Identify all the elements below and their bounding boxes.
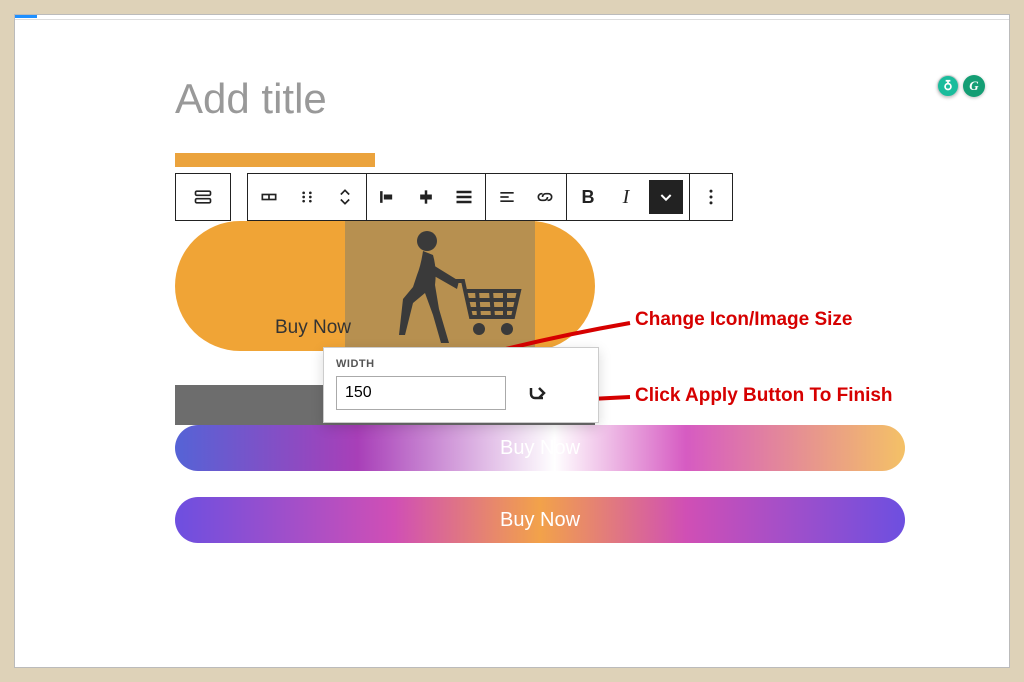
text-align-icon	[497, 187, 517, 207]
align-left-icon	[378, 187, 398, 207]
shopping-cart-icon	[363, 225, 523, 350]
width-input[interactable]	[336, 376, 506, 410]
drag-handle[interactable]	[292, 182, 322, 212]
gradient-button-1[interactable]: Buy Now	[175, 425, 905, 471]
move-up-down[interactable]	[330, 182, 360, 212]
editor-content: Add title	[15, 15, 1009, 543]
annotation-apply: Click Apply Button To Finish	[635, 385, 893, 407]
button-image[interactable]	[345, 221, 535, 351]
button-block-label[interactable]: Buy Now	[275, 317, 351, 339]
block-type-button[interactable]	[175, 173, 231, 221]
width-label: WIDTH	[336, 358, 586, 370]
align-left-button[interactable]	[373, 182, 403, 212]
more-formatting-button[interactable]	[649, 180, 683, 214]
more-options-button[interactable]	[696, 182, 726, 212]
drag-icon	[297, 187, 317, 207]
align-justify-icon	[454, 187, 474, 207]
block-list-icon	[193, 187, 213, 207]
annotation-size: Change Icon/Image Size	[635, 309, 853, 331]
more-vertical-icon	[701, 187, 721, 207]
bold-button[interactable]: B	[573, 182, 603, 212]
chevron-down-icon	[658, 189, 674, 205]
align-right-button[interactable]	[449, 182, 479, 212]
apply-button[interactable]	[526, 378, 550, 408]
align-center-button[interactable]	[411, 182, 441, 212]
gradient-button-2[interactable]: Buy Now	[175, 497, 905, 543]
italic-button[interactable]: I	[611, 182, 641, 212]
selection-highlight	[175, 153, 375, 167]
link-icon	[535, 187, 555, 207]
chevron-updown-icon	[335, 187, 355, 207]
link-button[interactable]	[530, 182, 560, 212]
width-icon	[259, 187, 279, 207]
width-popover: WIDTH	[323, 347, 599, 423]
block-toolbar: B I	[175, 173, 849, 221]
toolbar-main: B I	[247, 173, 733, 221]
button-block-area: Buy Now WIDTH	[175, 221, 849, 351]
width-button[interactable]	[254, 182, 284, 212]
selected-block-frame	[175, 153, 849, 167]
additional-buttons: Buy Now Buy Now	[175, 425, 849, 543]
align-center-icon	[416, 187, 436, 207]
button-block-orange[interactable]: Buy Now	[175, 221, 595, 351]
editor-canvas: G Add title	[14, 14, 1010, 668]
text-align-button[interactable]	[492, 182, 522, 212]
post-title-input[interactable]: Add title	[175, 75, 849, 123]
apply-icon	[526, 378, 550, 402]
